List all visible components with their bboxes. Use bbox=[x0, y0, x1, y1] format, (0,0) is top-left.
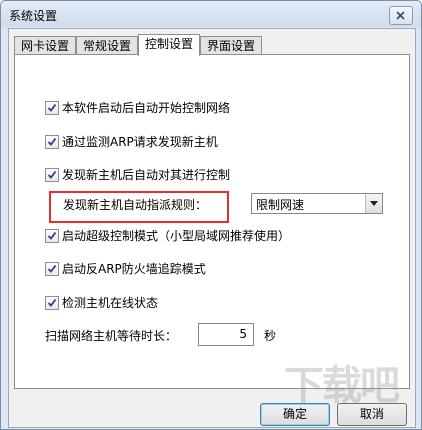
title-bar: 系统设置 bbox=[1, 1, 421, 27]
checkmark-icon bbox=[47, 264, 57, 273]
checkbox[interactable] bbox=[45, 296, 59, 310]
checkbox[interactable] bbox=[45, 168, 59, 182]
checkbox[interactable] bbox=[45, 262, 59, 276]
checkmark-icon bbox=[47, 298, 57, 307]
settings-dialog: 系统设置 网卡设置 常规设置 控制设置 界面设置 本软件启动后自动开始控制网络 … bbox=[0, 0, 422, 430]
assign-rule-label: 发现新主机自动指派规则： bbox=[63, 198, 208, 212]
watermark-logo: 下载吧 bbox=[284, 363, 400, 409]
dropdown-button[interactable] bbox=[365, 194, 382, 213]
tab-control-settings[interactable]: 控制设置 bbox=[138, 34, 201, 56]
scan-wait-unit: 秒 bbox=[264, 329, 277, 343]
close-icon bbox=[396, 11, 405, 20]
checkbox[interactable] bbox=[45, 229, 59, 243]
window-title: 系统设置 bbox=[9, 9, 58, 23]
tab-general-settings[interactable]: 常规设置 bbox=[76, 36, 139, 55]
checkmark-icon bbox=[47, 103, 57, 112]
select-value: 限制网速 bbox=[256, 198, 305, 212]
control-settings-panel: 本软件启动后自动开始控制网络 通过监测ARP请求发现新主机 发现新主机后自动对其… bbox=[14, 54, 410, 389]
option-label: 启动反ARP防火墙追踪模式 bbox=[62, 262, 206, 276]
option-label: 检测主机在线状态 bbox=[62, 296, 159, 310]
option-label: 本软件启动后自动开始控制网络 bbox=[62, 101, 231, 115]
checkmark-icon bbox=[47, 137, 57, 146]
chevron-down-icon bbox=[370, 201, 378, 206]
checkbox[interactable] bbox=[45, 101, 59, 115]
checkmark-icon bbox=[47, 170, 57, 179]
option-label: 启动超级控制模式（小型局域网推荐使用） bbox=[62, 229, 291, 243]
tab-ui-settings[interactable]: 界面设置 bbox=[200, 36, 263, 55]
checkbox[interactable] bbox=[45, 135, 59, 149]
assign-rule-select[interactable]: 限制网速 bbox=[251, 193, 383, 214]
option-label: 通过监测ARP请求发现新主机 bbox=[62, 135, 218, 149]
option-label: 发现新主机后自动对其进行控制 bbox=[62, 168, 231, 182]
scan-wait-label: 扫描网络主机等待时长： bbox=[45, 329, 178, 343]
scan-wait-input[interactable]: 5 bbox=[198, 323, 254, 346]
close-button[interactable] bbox=[389, 6, 413, 25]
tab-nic-settings[interactable]: 网卡设置 bbox=[14, 36, 77, 55]
checkmark-icon bbox=[47, 231, 57, 240]
scan-wait-value: 5 bbox=[239, 327, 247, 341]
